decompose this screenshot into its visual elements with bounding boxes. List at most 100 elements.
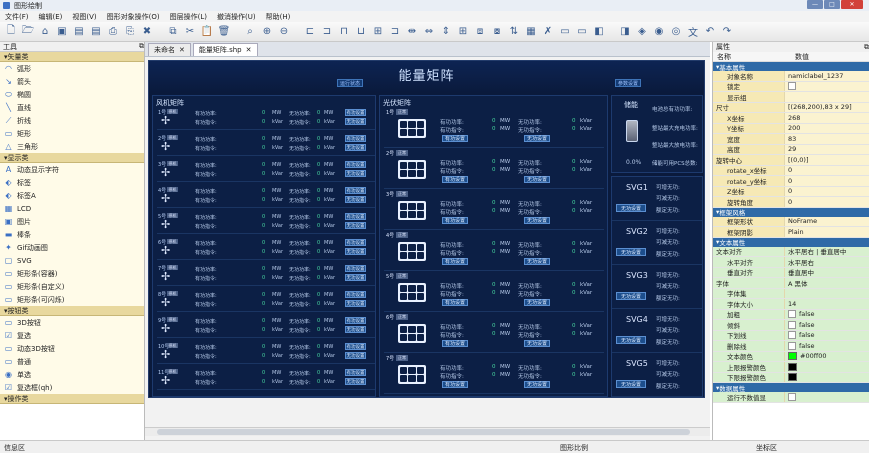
tool-item[interactable]: ▭ 矩形条(自定义) [0, 280, 144, 293]
tool-item[interactable]: ▭ 矩形条(容器) [0, 267, 144, 280]
tool-category[interactable]: ▾ 显示类 [0, 153, 144, 163]
property-row[interactable]: rotate_x坐标 0 [713, 165, 869, 176]
align-top-icon[interactable]: ⊓ [337, 25, 351, 39]
active-power-set-button[interactable]: 有功设置 [345, 265, 366, 272]
checkbox[interactable] [788, 82, 796, 91]
property-section[interactable]: ▾ 数据属性 [713, 383, 869, 393]
reactive-power-set-button[interactable]: 无功设置 [524, 217, 550, 224]
property-section[interactable]: ▾ 框架风格 [713, 207, 869, 217]
minimize-button[interactable]: — [807, 0, 823, 9]
close-icon[interactable]: ✖ [140, 25, 154, 39]
tool-item[interactable]: ▭ 普通 [0, 355, 144, 368]
tool-item[interactable]: A 动态显示字符 [0, 163, 144, 176]
panel-float-icon[interactable]: ⧉ [864, 43, 869, 52]
property-row[interactable]: 旋转角度 0 [713, 197, 869, 208]
property-row[interactable]: Y坐标 200 [713, 123, 869, 134]
back-icon[interactable]: ◨ [618, 25, 632, 39]
print-preview-icon[interactable]: ⎘ [123, 25, 137, 39]
reactive-power-set-button[interactable]: 无功设置 [524, 340, 550, 347]
property-row[interactable]: 下划线 false [713, 330, 869, 341]
checkbox[interactable] [788, 310, 796, 319]
color-swatch[interactable] [788, 362, 797, 371]
reactive-power-set-button[interactable]: 无功设置 [524, 135, 550, 142]
active-power-set-button[interactable]: 有功设置 [442, 299, 468, 306]
tool-category[interactable]: ▾ 操作类 [0, 394, 144, 404]
property-row[interactable]: 文本对齐 水平居右 | 垂直居中 [713, 246, 869, 257]
open-icon[interactable]: 🗁 [21, 25, 35, 39]
layout-icon[interactable]: ▦ [524, 25, 538, 39]
checkbox[interactable] [788, 341, 796, 350]
tool-item[interactable]: ✦ Gif动画图 [0, 241, 144, 254]
property-row[interactable]: 字体集 [713, 288, 869, 299]
property-row[interactable]: 运行不数值显 [713, 392, 869, 403]
reactive-power-set-button[interactable]: 无功设置 [345, 326, 366, 333]
undo-icon[interactable]: ↶ [703, 25, 717, 39]
grid-icon[interactable]: ⊞ [456, 25, 470, 39]
tool-item[interactable]: △ 三角形 [0, 140, 144, 153]
reactive-power-set-button[interactable]: 无功设置 [524, 176, 550, 183]
menu-view[interactable]: 视图(V) [67, 12, 101, 22]
svg-reactive-set-button[interactable]: 无功设置 [616, 204, 646, 212]
property-row[interactable]: 字体 A 黑体 [713, 278, 869, 289]
text-icon[interactable]: 文 [686, 25, 700, 39]
menu-help[interactable]: 帮助(H) [261, 12, 296, 22]
tool-item[interactable]: ▣ 图片 [0, 215, 144, 228]
maximize-button[interactable]: □ [824, 0, 840, 9]
property-row[interactable]: 宽度 83 [713, 134, 869, 145]
tool-item[interactable]: ◠ 弧形 [0, 62, 144, 75]
svg-reactive-set-button[interactable]: 无功设置 [616, 380, 646, 388]
snap-icon[interactable]: ◈ [635, 25, 649, 39]
menu-edit[interactable]: 编辑(E) [34, 12, 68, 22]
front-icon[interactable]: ◧ [592, 25, 606, 39]
tool-category[interactable]: ▾ 按钮类 [0, 306, 144, 316]
same-height-icon[interactable]: ⇕ [439, 25, 453, 39]
property-row[interactable]: 显示组 [713, 92, 869, 103]
tool-item[interactable]: ⬖ 标签 [0, 176, 144, 189]
menu-file[interactable]: 文件(F) [0, 12, 34, 22]
property-row[interactable]: 删除线 false [713, 341, 869, 352]
property-row[interactable]: 上限报警颜色 [713, 362, 869, 373]
color-swatch[interactable] [788, 352, 797, 361]
redo-icon[interactable]: ↷ [720, 25, 734, 39]
reactive-power-set-button[interactable]: 无功设置 [345, 196, 366, 203]
zoom-in-icon[interactable]: ⊕ [260, 25, 274, 39]
active-power-set-button[interactable]: 有功设置 [345, 135, 366, 142]
save-icon[interactable]: ▣ [55, 25, 69, 39]
checkbox[interactable] [788, 392, 796, 401]
tool-item[interactable]: ▦ LCD [0, 202, 144, 215]
property-row[interactable]: 锁定 [713, 81, 869, 92]
copy-icon[interactable]: ⧉ [166, 25, 180, 39]
active-power-set-button[interactable]: 有功设置 [442, 176, 468, 183]
reactive-power-set-button[interactable]: 无功设置 [345, 248, 366, 255]
tool-item[interactable]: ☑ 复选框(qh) [0, 381, 144, 394]
align-right-icon[interactable]: ⊐ [388, 25, 402, 39]
color-swatch[interactable] [788, 373, 797, 382]
run-status-button[interactable]: 运行状态 [337, 79, 363, 87]
tool-item[interactable]: ◉ 单选 [0, 368, 144, 381]
reactive-power-set-button[interactable]: 无功设置 [345, 170, 366, 177]
tool-item[interactable]: ▭ 矩形条(可闪烁) [0, 293, 144, 306]
property-row[interactable]: 尺寸 [(268,200),83 x 29] [713, 102, 869, 113]
align-center-icon[interactable]: ⊐ [320, 25, 334, 39]
reactive-power-set-button[interactable]: 无功设置 [345, 352, 366, 359]
new-icon[interactable]: 🗋 [4, 25, 18, 39]
svg-reactive-set-button[interactable]: 无功设置 [616, 336, 646, 344]
menu-undo[interactable]: 撤消操作(U) [212, 12, 261, 22]
property-row[interactable]: 垂直对齐 垂直居中 [713, 267, 869, 278]
property-row[interactable]: 文本颜色 #00ff00 [713, 351, 869, 362]
active-power-set-button[interactable]: 有功设置 [345, 369, 366, 376]
active-power-set-button[interactable]: 有功设置 [442, 217, 468, 224]
property-row[interactable]: 对象名称 namiclabel_1237 [713, 71, 869, 82]
property-row[interactable]: 字体大小 14 [713, 299, 869, 310]
layer-icon[interactable]: ▤ [72, 25, 86, 39]
property-row[interactable]: rotate_y坐标 0 [713, 176, 869, 187]
horizontal-scrollbar[interactable] [145, 427, 710, 436]
group-icon[interactable]: ⧈ [473, 25, 487, 39]
tool-category[interactable]: ▾ 矢量类 [0, 52, 144, 62]
property-row[interactable]: X坐标 268 [713, 113, 869, 124]
active-power-set-button[interactable]: 有功设置 [442, 258, 468, 265]
align-middle-icon[interactable]: ⊞ [371, 25, 385, 39]
property-section[interactable]: ▾ 文本属性 [713, 237, 869, 247]
active-power-set-button[interactable]: 有功设置 [345, 291, 366, 298]
reactive-power-set-button[interactable]: 无功设置 [345, 274, 366, 281]
